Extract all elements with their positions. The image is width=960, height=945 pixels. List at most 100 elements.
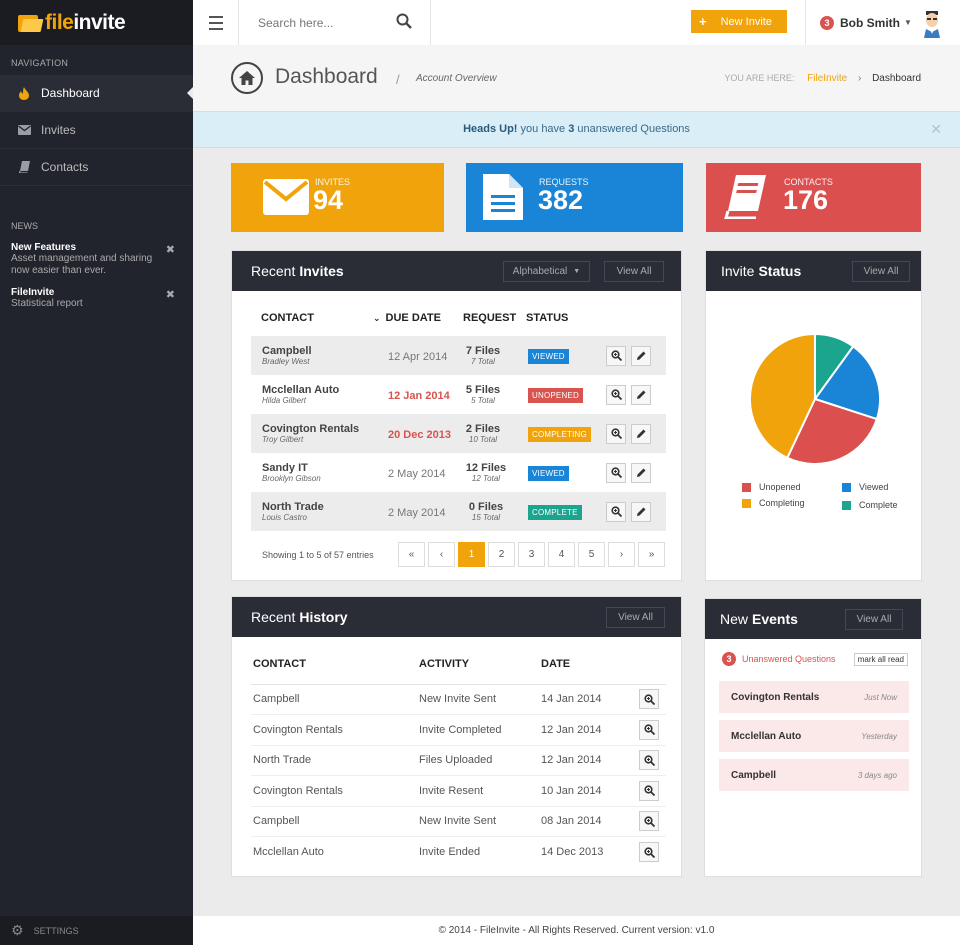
search-input[interactable]: [258, 16, 388, 30]
unanswered-link[interactable]: Unanswered Questions: [742, 654, 836, 664]
column-header[interactable]: STATUS: [526, 300, 606, 336]
news-item[interactable]: New Features Asset management and sharin…: [0, 242, 193, 287]
table-row[interactable]: CampbellBradley West 12 Apr 2014 7 Files…: [251, 336, 666, 375]
book-icon: [724, 175, 766, 222]
event-item[interactable]: Mcclellan Auto Yesterday: [719, 720, 909, 752]
menu-toggle-button[interactable]: [193, 0, 239, 45]
page-button[interactable]: 2: [488, 542, 515, 567]
notification-badge[interactable]: 3: [820, 16, 834, 30]
breadcrumb-current: Dashboard: [872, 73, 921, 84]
event-item[interactable]: Campbell 3 days ago: [719, 759, 909, 791]
panel-header: InviteStatus View All: [706, 251, 921, 291]
panel-title-light: Recent: [251, 609, 295, 625]
last-page-button[interactable]: »: [638, 542, 665, 567]
zoom-button[interactable]: [606, 502, 626, 522]
table-row[interactable]: Covington RentalsTroy Gilbert 20 Dec 201…: [251, 414, 666, 453]
breadcrumb-link[interactable]: FileInvite: [807, 73, 847, 84]
invites-tile[interactable]: INVITES 94: [231, 163, 444, 232]
page-button[interactable]: 1: [458, 542, 485, 567]
due-date: 2 May 2014: [388, 507, 445, 519]
event-time: Yesterday: [861, 732, 897, 741]
zoom-button[interactable]: [606, 385, 626, 405]
sidebar-item-invites[interactable]: Invites: [0, 112, 193, 149]
column-header[interactable]: ⌄DUE DATE: [373, 300, 463, 336]
column-header[interactable]: CONTACT: [251, 300, 373, 336]
table-row[interactable]: North TradeLouis Castro 2 May 2014 0 Fil…: [251, 492, 666, 531]
history-date: 14 Dec 2013: [541, 837, 639, 868]
history-activity: Invite Ended: [419, 837, 541, 868]
column-header[interactable]: CONTACT: [251, 644, 419, 684]
invite-status-pie-chart: [706, 321, 923, 481]
avatar[interactable]: [922, 8, 942, 38]
table-row[interactable]: CampbellNew Invite Sent08 Jan 2014: [251, 806, 666, 837]
sidebar-item-dashboard[interactable]: Dashboard: [0, 75, 193, 112]
page-button[interactable]: 5: [578, 542, 605, 567]
contacts-tile[interactable]: CONTACTS 176: [706, 163, 921, 232]
news-item[interactable]: FileInvite Statistical report ✖: [0, 287, 193, 320]
page-title: Dashboard: [275, 65, 378, 89]
hamburger-icon: [209, 14, 223, 32]
sort-label: Alphabetical: [513, 266, 567, 277]
close-icon[interactable]: ✕: [930, 112, 942, 147]
sort-dropdown[interactable]: Alphabetical ▼: [503, 261, 590, 282]
mark-all-read-button[interactable]: mark all read: [854, 653, 908, 666]
table-row[interactable]: Mcclellan AutoHilda Gilbert 12 Jan 2014 …: [251, 375, 666, 414]
settings-button[interactable]: ⚙ SETTINGS: [0, 916, 193, 945]
prev-page-button[interactable]: ‹: [428, 542, 455, 567]
requests-tile[interactable]: REQUESTS 382: [466, 163, 683, 232]
view-all-button[interactable]: View All: [606, 607, 665, 628]
history-activity: Invite Resent: [419, 776, 541, 807]
logo[interactable]: fileinvite: [0, 0, 193, 45]
legend-label: Complete: [859, 500, 898, 510]
zoom-button[interactable]: [606, 463, 626, 483]
magnifier-icon: [644, 785, 655, 796]
view-all-button[interactable]: View All: [604, 261, 664, 282]
zoom-button[interactable]: [639, 750, 659, 770]
pencil-icon: [636, 506, 647, 517]
history-date: 14 Jan 2014: [541, 684, 639, 715]
close-icon[interactable]: ✖: [166, 243, 175, 256]
request-files: 12 Files: [463, 463, 509, 474]
history-activity: Files Uploaded: [419, 745, 541, 776]
view-all-button[interactable]: View All: [852, 261, 910, 282]
edit-button[interactable]: [631, 385, 651, 405]
zoom-button[interactable]: [639, 689, 659, 709]
zoom-button[interactable]: [606, 346, 626, 366]
edit-button[interactable]: [631, 463, 651, 483]
column-header[interactable]: DATE: [541, 644, 639, 684]
table-row[interactable]: CampbellNew Invite Sent14 Jan 2014: [251, 684, 666, 715]
zoom-button[interactable]: [639, 781, 659, 801]
view-all-button[interactable]: View All: [845, 609, 903, 630]
search-icon[interactable]: [396, 13, 412, 32]
user-menu[interactable]: 3 Bob Smith ▼: [805, 0, 942, 45]
zoom-button[interactable]: [639, 842, 659, 862]
event-time: 3 days ago: [858, 771, 897, 780]
close-icon[interactable]: ✖: [166, 288, 175, 301]
table-row[interactable]: North TradeFiles Uploaded12 Jan 2014: [251, 745, 666, 776]
alert-strong: Heads Up!: [463, 123, 517, 135]
event-item[interactable]: Covington Rentals Just Now: [719, 681, 909, 713]
column-header[interactable]: REQUEST: [463, 300, 526, 336]
edit-button[interactable]: [631, 346, 651, 366]
sidebar-item-contacts[interactable]: Contacts: [0, 149, 193, 186]
column-header[interactable]: ACTIVITY: [419, 644, 541, 684]
table-row[interactable]: Covington RentalsInvite Resent10 Jan 201…: [251, 776, 666, 807]
page-button[interactable]: 4: [548, 542, 575, 567]
zoom-button[interactable]: [606, 424, 626, 444]
zoom-button[interactable]: [639, 811, 659, 831]
history-contact: North Trade: [251, 745, 419, 776]
table-row[interactable]: Mcclellan AutoInvite Ended14 Dec 2013: [251, 837, 666, 868]
panel-title-bold: Events: [752, 611, 798, 627]
edit-button[interactable]: [631, 502, 651, 522]
page-button[interactable]: 3: [518, 542, 545, 567]
new-invite-button[interactable]: + New Invite: [691, 10, 787, 33]
next-page-button[interactable]: ›: [608, 542, 635, 567]
edit-button[interactable]: [631, 424, 651, 444]
magnifier-icon: [611, 350, 622, 361]
table-row[interactable]: Covington RentalsInvite Completed12 Jan …: [251, 715, 666, 746]
table-row[interactable]: Sandy ITBrooklyn Gibson 2 May 2014 12 Fi…: [251, 453, 666, 492]
legend-label: Unopened: [759, 482, 801, 492]
first-page-button[interactable]: «: [398, 542, 425, 567]
history-contact: Mcclellan Auto: [251, 837, 419, 868]
zoom-button[interactable]: [639, 720, 659, 740]
